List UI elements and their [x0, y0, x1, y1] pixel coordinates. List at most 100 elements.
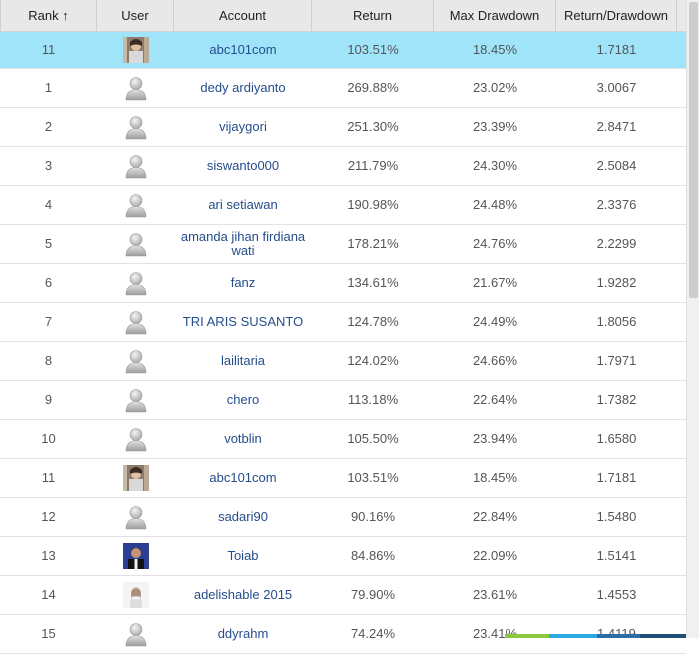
avatar-cell [97, 615, 174, 653]
table-row[interactable]: 5 amanda jihan firdiana wati 178.21% 24.76%… [0, 225, 686, 264]
vertical-scrollbar[interactable] [686, 0, 699, 638]
default-user-icon[interactable] [123, 309, 149, 335]
account-link[interactable]: votblin [174, 420, 312, 458]
default-user-icon[interactable] [123, 387, 149, 413]
account-link[interactable]: ari setiawan [174, 186, 312, 224]
rank-cell: 11 [41, 42, 56, 57]
avatar-cell [97, 69, 174, 107]
rank-cell: 7 [44, 314, 53, 329]
account-link[interactable]: chero [174, 381, 312, 419]
rank-cell: 13 [41, 548, 56, 563]
table-header: Rank ↑ User Account Return Max Drawdown … [0, 0, 686, 32]
strip-segment [640, 634, 686, 638]
avatar-cell [97, 576, 174, 614]
return-cell: 124.78% [347, 314, 399, 329]
return-cell: 105.50% [347, 431, 399, 446]
default-user-icon[interactable] [123, 621, 149, 647]
return-drawdown-cell: 1.7181 [596, 470, 637, 485]
return-cell: 84.86% [350, 548, 396, 563]
photo-light-icon[interactable] [122, 582, 149, 608]
return-drawdown-cell: 1.7181 [596, 42, 637, 57]
return-cell: 113.18% [347, 392, 399, 407]
default-user-icon[interactable] [123, 153, 149, 179]
return-drawdown-cell: 1.7382 [596, 392, 637, 407]
account-link[interactable]: ddyrahm [174, 615, 312, 653]
table-row[interactable]: 6 fanz 134.61% 21.67% 1.9282 [0, 264, 686, 303]
default-user-icon[interactable] [123, 348, 149, 374]
return-cell: 269.88% [347, 80, 399, 95]
account-link[interactable]: abc101com [174, 32, 312, 68]
column-header-return-drawdown[interactable]: Return/Drawdown [556, 0, 677, 31]
photo-person-icon[interactable] [122, 37, 149, 63]
rank-cell: 9 [44, 392, 53, 407]
account-link[interactable]: lailitaria [174, 342, 312, 380]
table-row[interactable]: 7 TRI ARIS SUSANTO 124.78% 24.49% 1.8056 [0, 303, 686, 342]
table-row[interactable]: 2 vijaygori 251.30% 23.39% 2.8471 [0, 108, 686, 147]
account-link[interactable]: fanz [174, 264, 312, 302]
max-drawdown-cell: 22.09% [472, 548, 518, 563]
max-drawdown-cell: 23.02% [472, 80, 518, 95]
return-cell: 178.21% [347, 236, 399, 251]
return-cell: 103.51% [347, 470, 399, 485]
default-user-icon[interactable] [123, 426, 149, 452]
avatar-cell [97, 381, 174, 419]
strip-segment [505, 634, 549, 638]
return-drawdown-cell: 2.8471 [596, 119, 637, 134]
account-link[interactable]: dedy ardiyanto [174, 69, 312, 107]
column-header-account[interactable]: Account [174, 0, 312, 31]
avatar-cell [97, 186, 174, 224]
rank-cell: 8 [44, 353, 53, 368]
table-row[interactable]: 12 sadari90 90.16% 22.84% 1.5480 [0, 498, 686, 537]
account-link[interactable]: Toiab [174, 537, 312, 575]
max-drawdown-cell: 22.64% [472, 392, 518, 407]
max-drawdown-cell: 24.66% [472, 353, 518, 368]
column-header-return[interactable]: Return [312, 0, 434, 31]
rank-cell: 5 [44, 236, 53, 251]
account-link[interactable]: abc101com [174, 459, 312, 497]
return-cell: 90.16% [350, 509, 396, 524]
default-user-icon[interactable] [123, 192, 149, 218]
table-row[interactable]: 1 dedy ardiyanto 269.88% 23.02% 3.0067 [0, 69, 686, 108]
account-link[interactable]: vijaygori [174, 108, 312, 146]
column-header-user[interactable]: User [97, 0, 174, 31]
max-drawdown-cell: 24.49% [472, 314, 518, 329]
return-drawdown-cell: 1.7971 [596, 353, 637, 368]
default-user-icon[interactable] [123, 270, 149, 296]
photo-person-icon[interactable] [122, 465, 149, 491]
default-user-icon[interactable] [123, 75, 149, 101]
table-row[interactable]: 3 siswanto000 211.79% 24.30% 2.5084 [0, 147, 686, 186]
account-link[interactable]: amanda jihan firdiana wati [174, 225, 312, 263]
table-row[interactable]: 8 lailitaria 124.02% 24.66% 1.7971 [0, 342, 686, 381]
rank-cell: 1 [44, 80, 53, 95]
return-drawdown-cell: 1.5141 [596, 548, 637, 563]
column-header-max-drawdown[interactable]: Max Drawdown [434, 0, 556, 31]
avatar-cell [97, 108, 174, 146]
table-row[interactable]: 10 votblin 105.50% 23.94% 1.6580 [0, 420, 686, 459]
table-row-highlighted[interactable]: 11 abc101com 103.51% 18.45% 1.7181 [0, 32, 686, 69]
default-user-icon[interactable] [123, 504, 149, 530]
scrollbar-thumb[interactable] [689, 2, 698, 298]
table-row[interactable]: 11 abc101com 103.51% 18.45% 1.7181 [0, 459, 686, 498]
rank-cell: 12 [41, 509, 56, 524]
default-user-icon[interactable] [123, 231, 149, 257]
table-row[interactable]: 4 ari setiawan 190.98% 24.48% 2.3376 [0, 186, 686, 225]
rank-cell: 10 [41, 431, 56, 446]
leaderboard-table: Rank ↑ User Account Return Max Drawdown … [0, 0, 686, 654]
column-header-rank[interactable]: Rank ↑ [0, 0, 97, 31]
avatar-cell [97, 264, 174, 302]
return-cell: 190.98% [347, 197, 399, 212]
return-drawdown-cell: 1.8056 [596, 314, 637, 329]
photo-dark-icon[interactable] [122, 543, 149, 569]
table-row[interactable]: 9 chero 113.18% 22.64% 1.7382 [0, 381, 686, 420]
default-user-icon[interactable] [123, 114, 149, 140]
avatar-cell [97, 225, 174, 263]
rank-cell: 11 [41, 470, 56, 485]
table-row[interactable]: 14 adelishable 2015 79.90% 23.61% 1.4553 [0, 576, 686, 615]
avatar-cell [97, 537, 174, 575]
account-link[interactable]: adelishable 2015 [174, 576, 312, 614]
account-link[interactable]: sadari90 [174, 498, 312, 536]
table-body: 11 abc101com 103.51% 18.45% 1.7181 1 dedy ardi… [0, 32, 686, 654]
table-row[interactable]: 13 Toiab 84.86% 22.09% 1.5141 [0, 537, 686, 576]
account-link[interactable]: siswanto000 [174, 147, 312, 185]
account-link[interactable]: TRI ARIS SUSANTO [174, 303, 312, 341]
